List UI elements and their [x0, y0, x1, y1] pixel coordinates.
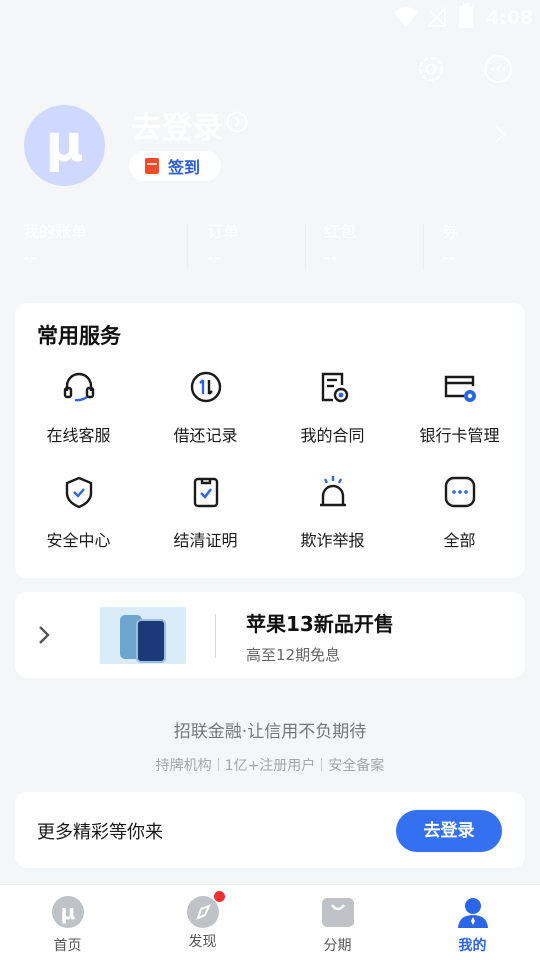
wifi-icon — [394, 7, 418, 27]
service-label: 结清证明 — [173, 531, 238, 550]
stat-value: -- — [207, 248, 221, 267]
divider — [187, 224, 188, 270]
tab-discover[interactable]: 发现 — [135, 885, 270, 960]
login-button[interactable]: 去登录 — [396, 810, 502, 852]
settings-gear-icon[interactable] — [414, 52, 448, 86]
stat-value: -- — [23, 248, 37, 267]
tab-installment[interactable]: 分期 — [270, 885, 405, 960]
service-label: 我的合同 — [300, 426, 365, 445]
avatar[interactable]: μ — [24, 105, 105, 186]
promo-title: 苹果13新品开售 — [246, 612, 394, 636]
avatar-logo: μ — [45, 113, 84, 174]
iphone-product-image — [100, 607, 186, 664]
stat-bills[interactable]: 我的账单 -- — [23, 218, 87, 267]
account-stats: 我的账单 -- 订单 -- 红包 -- 券 -- — [0, 218, 540, 272]
tab-label: 分期 — [323, 938, 352, 954]
badge-registered: 安全备案 — [328, 758, 385, 774]
service-security-center[interactable]: 安全中心 — [15, 474, 142, 551]
shield-icon — [65, 476, 92, 509]
stat-value: -- — [442, 248, 456, 267]
calendar-icon — [145, 158, 159, 174]
service-online-support[interactable]: 在线客服 — [15, 369, 142, 446]
service-label: 欺诈举报 — [300, 531, 365, 550]
stat-name: 我的账单 — [23, 222, 88, 241]
bank-card-icon — [444, 375, 476, 402]
promo-banner[interactable]: 苹果13新品开售 高至12期免息 — [15, 592, 525, 678]
service-label: 安全中心 — [46, 531, 111, 550]
services-title: 常用服务 — [37, 324, 121, 348]
common-services-card: 常用服务 在线客服 借还记录 我的合同 银行卡管理 安全中心 结清证明 欺诈举报… — [15, 303, 525, 578]
service-label: 在线客服 — [46, 426, 111, 445]
tab-mine[interactable]: 我的 — [405, 885, 540, 960]
service-label: 银行卡管理 — [419, 426, 500, 445]
service-all[interactable]: 全部 — [396, 474, 523, 551]
tab-label: 首页 — [53, 938, 82, 954]
chevron-right-icon[interactable] — [493, 124, 507, 144]
stat-name: 券 — [442, 222, 459, 241]
message-icon[interactable] — [481, 52, 515, 86]
tab-home[interactable]: μ 首页 — [0, 885, 135, 960]
login-prompt-text: 更多精彩等你来 — [37, 822, 163, 843]
stat-orders[interactable]: 订单 -- — [207, 218, 239, 267]
stat-coupons[interactable]: 券 -- — [442, 218, 458, 267]
divider — [423, 224, 424, 270]
login-title[interactable]: 去登录 — [131, 103, 224, 147]
signal-off-icon — [427, 6, 446, 27]
service-my-contracts[interactable]: 我的合同 — [269, 369, 396, 446]
trust-badges: 持牌机构 1亿+注册用户 安全备案 — [0, 755, 540, 775]
service-label: 借还记录 — [173, 426, 238, 445]
sign-in-button[interactable]: 签到 — [129, 151, 221, 181]
bottom-tab-bar: μ 首页 发现 分期 我的 — [0, 884, 540, 960]
battery-icon — [459, 3, 473, 28]
badge-users: 1亿+注册用户 — [224, 758, 316, 774]
user-icon — [457, 898, 488, 928]
notification-dot — [213, 891, 225, 902]
service-fraud-report[interactable]: 欺诈举报 — [269, 474, 396, 551]
more-icon — [444, 476, 475, 508]
transfer-icon — [190, 371, 221, 403]
status-time: 4:08 — [486, 7, 534, 29]
stat-name: 红包 — [324, 222, 357, 241]
stat-red-packets[interactable]: 红包 -- — [324, 218, 356, 267]
divider — [305, 224, 306, 270]
bag-icon — [321, 898, 354, 927]
service-settlement-proof[interactable]: 结清证明 — [142, 474, 269, 551]
service-bank-card[interactable]: 银行卡管理 — [396, 369, 523, 446]
headset-icon — [63, 372, 94, 402]
status-bar: 4:08 — [0, 0, 540, 40]
promo-subtitle: 高至12期免息 — [246, 646, 341, 664]
login-prompt-card: 更多精彩等你来 去登录 — [15, 792, 525, 868]
home-logo-icon: μ — [51, 896, 84, 928]
tab-label: 我的 — [458, 938, 487, 954]
service-label: 全部 — [443, 531, 476, 550]
tab-label: 发现 — [188, 934, 217, 950]
compass-icon — [186, 891, 225, 929]
badge-licensed: 持牌机构 — [155, 758, 212, 774]
arrow-right-circle-icon[interactable] — [226, 111, 248, 133]
alarm-icon — [319, 476, 346, 507]
stat-name: 订单 — [207, 222, 240, 241]
divider — [215, 614, 216, 658]
contract-icon — [321, 372, 348, 403]
service-loan-records[interactable]: 借还记录 — [142, 369, 269, 446]
chevron-right-icon[interactable] — [37, 624, 51, 646]
stat-value: -- — [324, 248, 338, 267]
sign-in-label: 签到 — [168, 158, 201, 177]
svg-text:μ: μ — [60, 900, 75, 924]
certificate-icon — [193, 477, 218, 508]
slogan: 招联金融·让信用不负期待 — [173, 722, 367, 742]
